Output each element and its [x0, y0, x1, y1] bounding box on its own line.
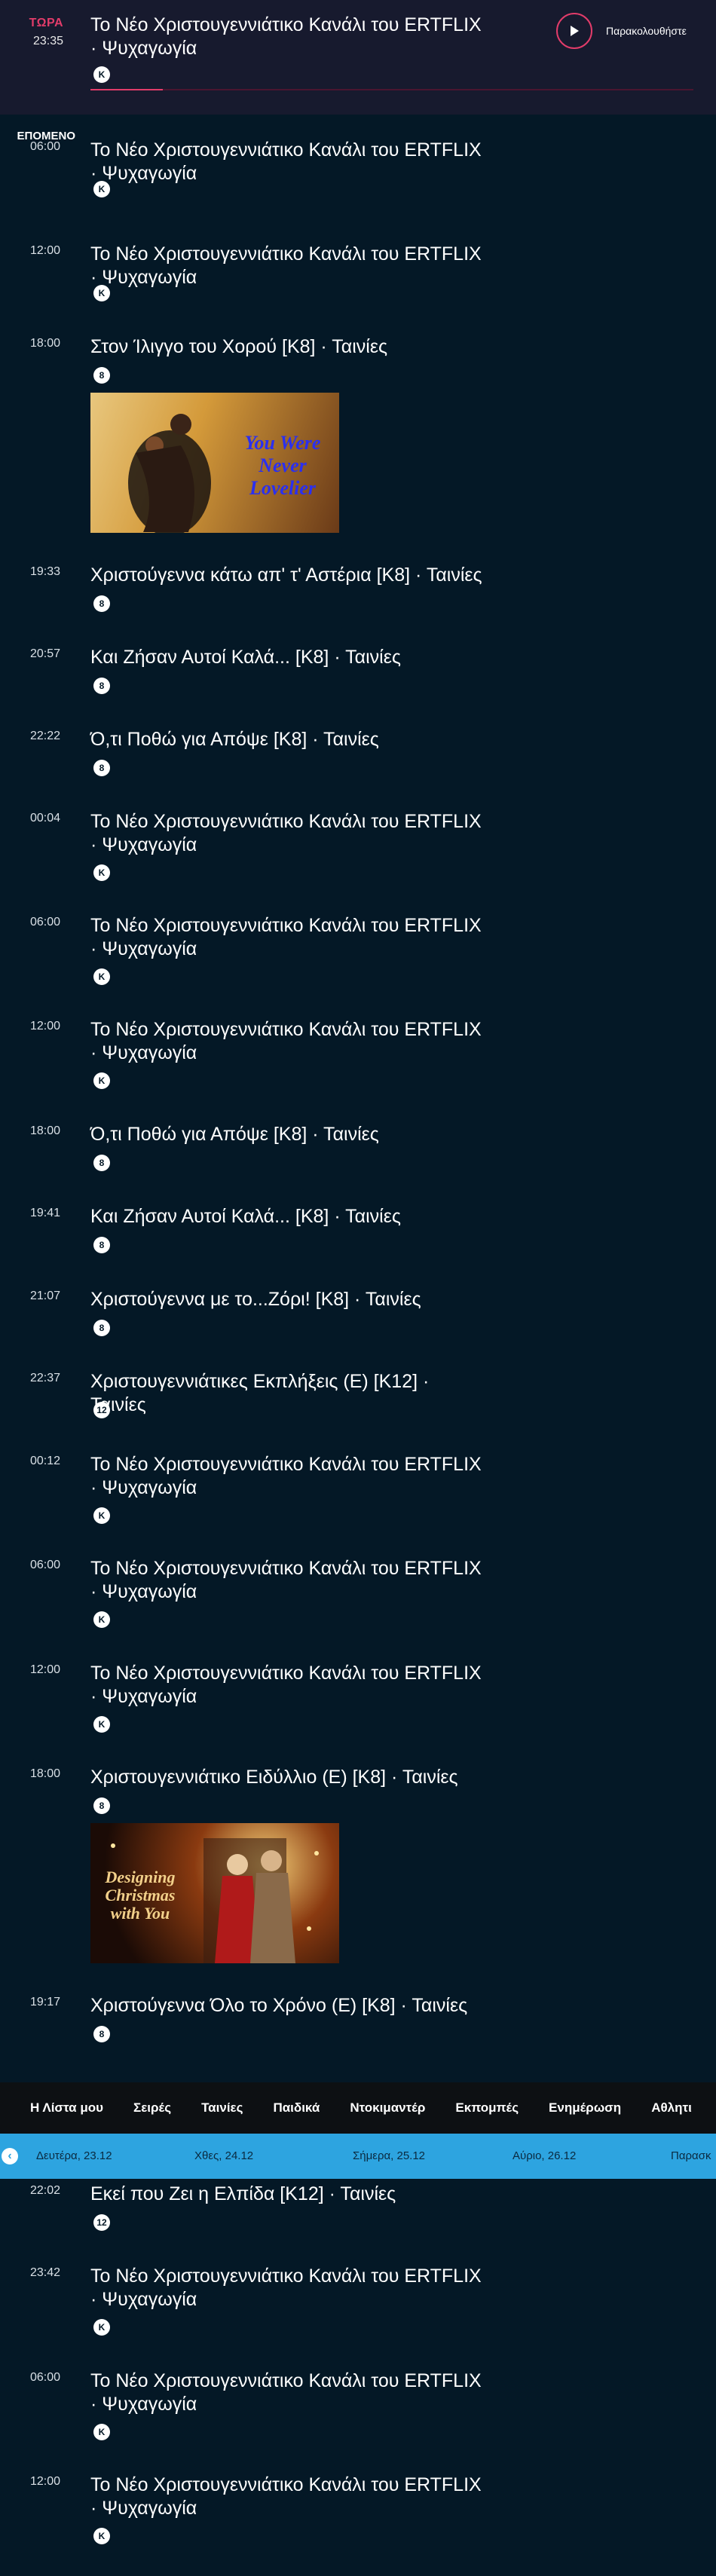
- thumbnail-title: You Were Never Lovelier: [244, 432, 321, 499]
- item-time: 18:00: [29, 1767, 60, 1780]
- now-playing-panel: ΤΩΡΑ 23:35 Το Νέο Χριστουγεννιάτικο Κανά…: [0, 0, 716, 115]
- item-time: 00:04: [29, 812, 60, 825]
- tab-news[interactable]: Ενημέρωση: [549, 2100, 621, 2116]
- progress-bar: [90, 89, 693, 90]
- item-time: 23:42: [29, 2266, 60, 2279]
- rating-badge: K: [93, 864, 110, 881]
- watch-label: Παρακολουθήστε: [606, 25, 687, 37]
- item-title[interactable]: Το Νέο Χριστουγεννιάτικο Κανάλι του ERTF…: [90, 243, 482, 289]
- item-title[interactable]: Το Νέο Χριστουγεννιάτικο Κανάλι του ERTF…: [90, 1018, 482, 1065]
- item-time: 22:22: [29, 730, 60, 742]
- rating-badge: 8: [93, 1155, 110, 1171]
- rating-badge: 8: [93, 1797, 110, 1814]
- item-title[interactable]: Χριστουγεννιάτικες Εκπλήξεις (E) [K12] ·…: [90, 1370, 482, 1417]
- tab-my-list[interactable]: Η Λίστα μου: [30, 2100, 103, 2116]
- item-title[interactable]: Και Ζήσαν Αυτοί Καλά... [K8] · Ταινίες: [90, 1205, 482, 1228]
- rating-badge: 8: [93, 1320, 110, 1336]
- tab-sports[interactable]: Αθλητι: [651, 2100, 692, 2116]
- next-label: ΕΠΟΜΕΝΟ: [17, 130, 75, 142]
- item-title[interactable]: Εκεί που Ζει η Ελπίδα [K12] · Ταινίες: [90, 2183, 482, 2206]
- rating-badge: K: [93, 968, 110, 985]
- rating-badge: K: [93, 285, 110, 301]
- item-title[interactable]: Χριστούγεννα με το...Ζόρι! [K8] · Ταινίε…: [90, 1288, 482, 1311]
- item-time: 19:17: [29, 1996, 60, 2008]
- play-icon[interactable]: [556, 13, 592, 49]
- rating-badge: 8: [93, 2026, 110, 2042]
- item-title[interactable]: Ό,τι Ποθώ για Απόψε [K8] · Ταινίες: [90, 728, 482, 751]
- item-time: 21:07: [29, 1290, 60, 1302]
- rating-badge: K: [93, 1716, 110, 1733]
- tab-documentaries[interactable]: Ντοκιμαντέρ: [350, 2100, 425, 2116]
- rating-badge: K: [93, 1507, 110, 1524]
- date-selector: ‹ Δευτέρα, 23.12 Χθες, 24.12 Σήμερα, 25.…: [0, 2134, 716, 2179]
- now-title[interactable]: Το Νέο Χριστουγεννιάτικο Κανάλι του ERTF…: [90, 14, 482, 60]
- rating-badge: K: [93, 2424, 110, 2440]
- item-time: 18:00: [29, 337, 60, 350]
- chevron-left-icon[interactable]: ‹: [2, 2148, 18, 2165]
- rating-badge: 12: [93, 2214, 110, 2231]
- item-title[interactable]: Το Νέο Χριστουγεννιάτικο Κανάλι του ERTF…: [90, 1453, 482, 1500]
- category-nav: ‹ Η Λίστα μου Σειρές Ταινίες Παιδικά Ντο…: [0, 2082, 716, 2134]
- tab-series[interactable]: Σειρές: [133, 2100, 171, 2116]
- rating-badge: K: [93, 2319, 110, 2336]
- date-item[interactable]: Σήμερα, 25.12: [353, 2149, 425, 2162]
- item-time: 19:33: [29, 565, 60, 578]
- item-time: 19:41: [29, 1207, 60, 1219]
- item-title[interactable]: Το Νέο Χριστουγεννιάτικο Κανάλι του ERTF…: [90, 1557, 482, 1604]
- rating-badge: 8: [93, 367, 110, 384]
- date-item[interactable]: Δευτέρα, 23.12: [36, 2149, 112, 2162]
- item-title[interactable]: Χριστούγεννα κάτω απ' τ' Αστέρια [K8] · …: [90, 564, 482, 587]
- item-time: 12:00: [29, 1663, 60, 1676]
- item-title[interactable]: Το Νέο Χριστουγεννιάτικο Κανάλι του ERTF…: [90, 1662, 482, 1709]
- item-title[interactable]: Το Νέο Χριστουγεννιάτικο Κανάλι του ERTF…: [90, 2474, 482, 2520]
- rating-badge: 8: [93, 760, 110, 776]
- now-time: 23:35: [32, 35, 63, 47]
- item-time: 06:00: [29, 1559, 60, 1571]
- item-time: 00:12: [29, 1455, 60, 1467]
- program-thumbnail[interactable]: Designing Christmas with You: [90, 1823, 339, 1963]
- progress-fill: [90, 89, 163, 90]
- date-item[interactable]: Αύριο, 26.12: [513, 2149, 576, 2162]
- program-thumbnail[interactable]: You Were Never Lovelier: [90, 393, 339, 533]
- rating-badge: K: [93, 66, 110, 83]
- rating-badge: K: [93, 1611, 110, 1628]
- item-title[interactable]: Το Νέο Χριστουγεννιάτικο Κανάλι του ERTF…: [90, 810, 482, 857]
- item-time: 22:37: [29, 1372, 60, 1384]
- item-title[interactable]: Το Νέο Χριστουγεννιάτικο Κανάλι του ERTF…: [90, 2369, 482, 2416]
- item-title[interactable]: Στον Ίλιγγο του Χορού [K8] · Ταινίες: [90, 335, 482, 359]
- item-title[interactable]: Ό,τι Ποθώ για Απόψε [K8] · Ταινίες: [90, 1123, 482, 1146]
- item-time: 12:00: [29, 1020, 60, 1033]
- now-label: ΤΩΡΑ: [29, 17, 63, 29]
- item-title[interactable]: Το Νέο Χριστουγεννιάτικο Κανάλι του ERTF…: [90, 914, 482, 961]
- item-title[interactable]: Χριστούγεννα Όλο το Χρόνο (E) [K8] · Ται…: [90, 1994, 482, 2018]
- rating-badge: 8: [93, 595, 110, 612]
- item-time: 06:00: [29, 916, 60, 929]
- item-time: 22:02: [29, 2184, 60, 2197]
- tab-shows[interactable]: Εκπομπές: [455, 2100, 519, 2116]
- item-time: 20:57: [29, 647, 60, 660]
- rating-badge: K: [93, 181, 110, 197]
- item-title[interactable]: Το Νέο Χριστουγεννιάτικο Κανάλι του ERTF…: [90, 139, 482, 185]
- item-time: 12:00: [29, 244, 60, 257]
- rating-badge: 8: [93, 1237, 110, 1253]
- item-time: 12:00: [29, 2475, 60, 2488]
- thumbnail-title: Designing Christmas with You: [105, 1868, 176, 1923]
- tab-movies[interactable]: Ταινίες: [201, 2100, 243, 2116]
- watch-button[interactable]: Παρακολουθήστε: [556, 12, 692, 50]
- rating-badge: 8: [93, 678, 110, 694]
- tab-kids[interactable]: Παιδικά: [273, 2100, 320, 2116]
- item-title[interactable]: Το Νέο Χριστουγεννιάτικο Κανάλι του ERTF…: [90, 2265, 482, 2311]
- item-title[interactable]: Και Ζήσαν Αυτοί Καλά... [K8] · Ταινίες: [90, 646, 482, 669]
- item-time: 18:00: [29, 1124, 60, 1137]
- date-item[interactable]: Χθες, 24.12: [194, 2149, 253, 2162]
- item-title[interactable]: Χριστουγεννιάτικο Ειδύλλιο (E) [K8] · Τα…: [90, 1766, 482, 1789]
- rating-badge: K: [93, 2528, 110, 2544]
- date-item[interactable]: Παρασκ: [671, 2149, 711, 2162]
- item-time: 06:00: [29, 2371, 60, 2384]
- rating-badge: K: [93, 1072, 110, 1089]
- rating-badge: 12: [93, 1402, 110, 1418]
